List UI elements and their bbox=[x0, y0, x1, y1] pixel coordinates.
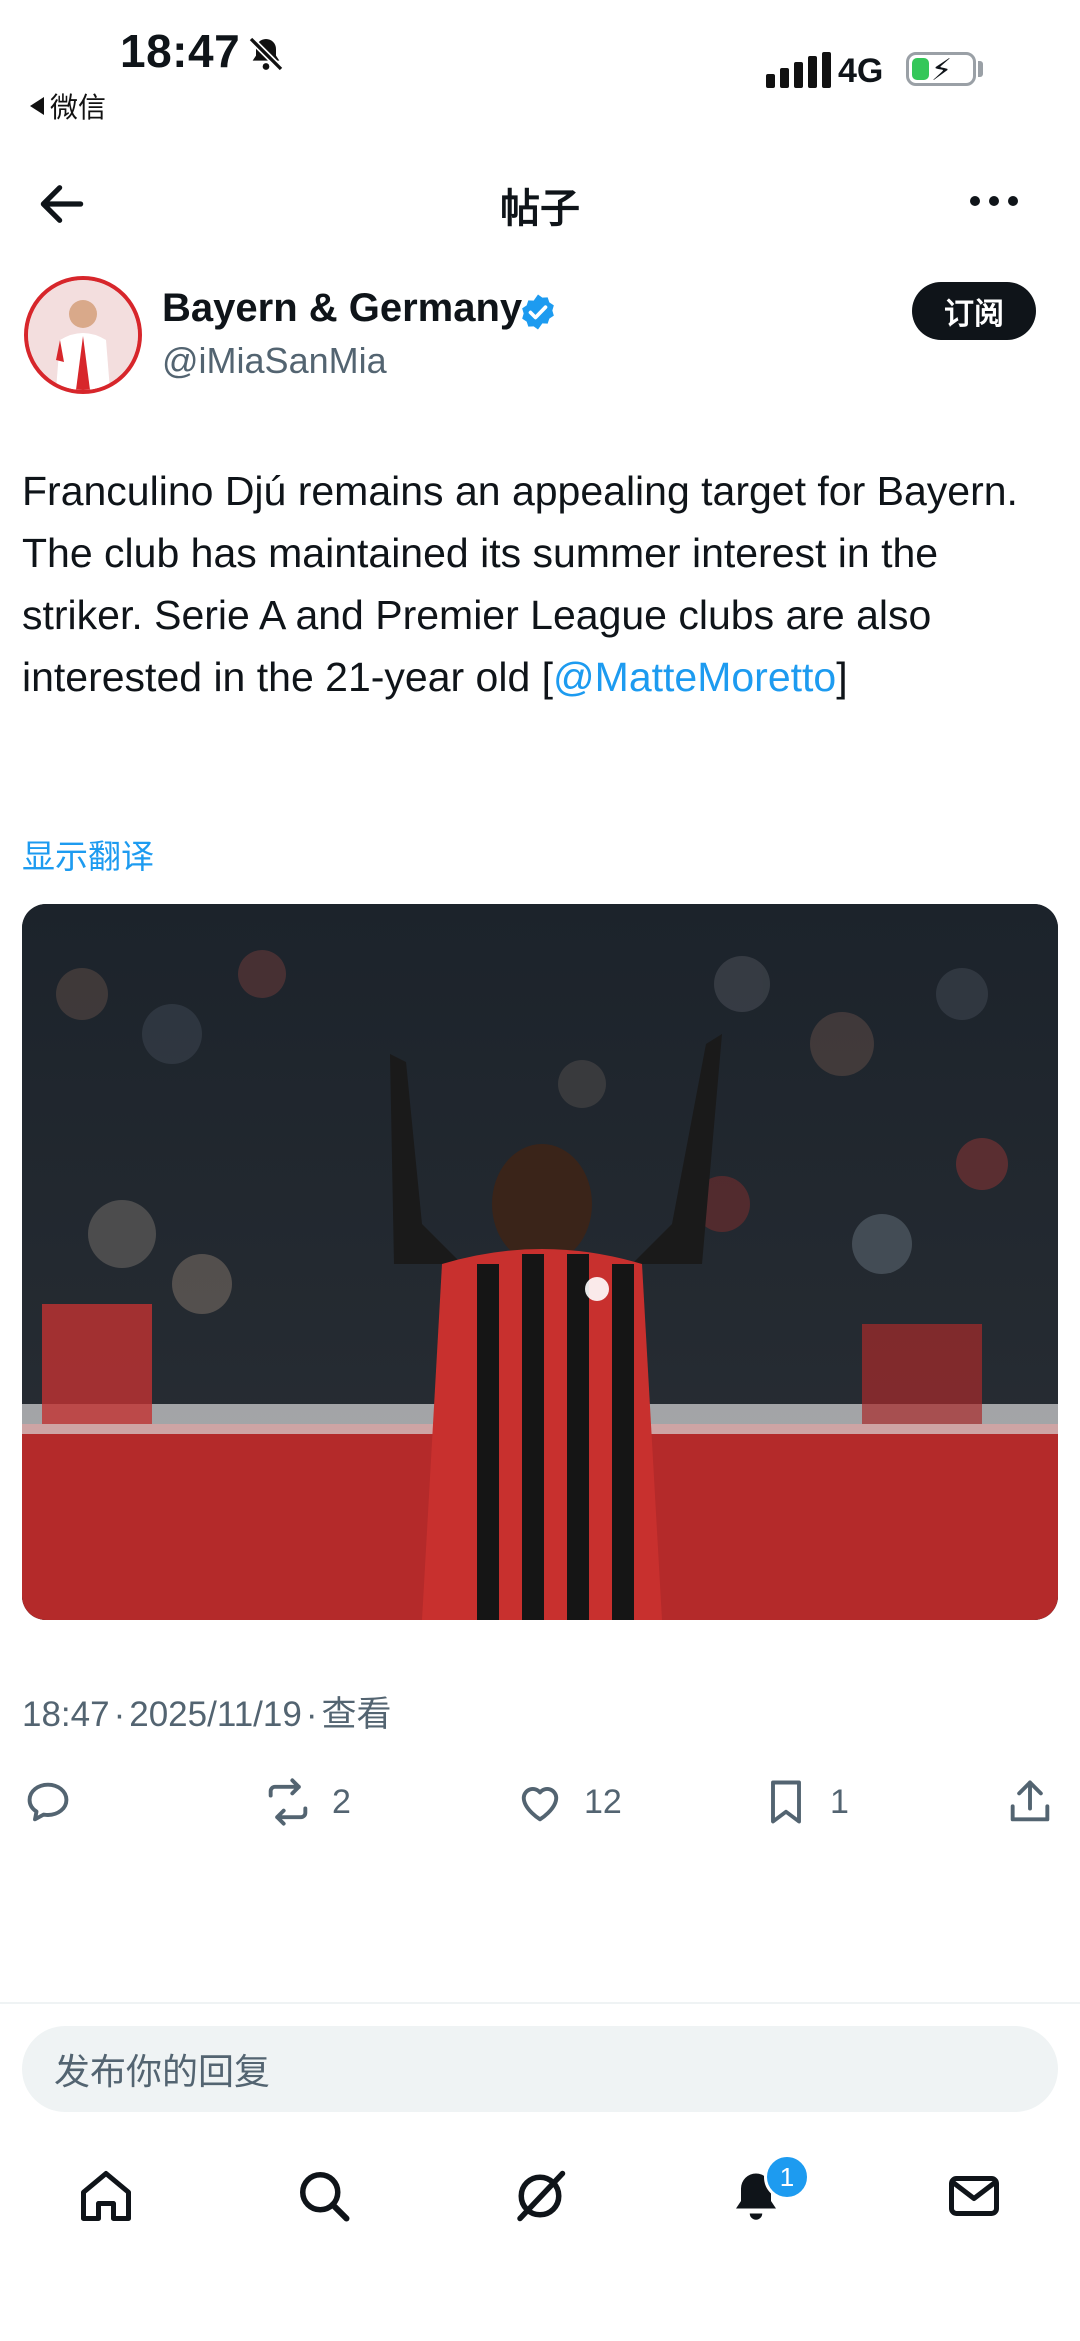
post-text: Franculino Djú remains an appealing targ… bbox=[22, 460, 1062, 708]
back-app-label: 微信 bbox=[50, 91, 107, 124]
post-date: 2025/11/19 bbox=[129, 1695, 302, 1734]
notification-badge: 1 bbox=[764, 2154, 810, 2200]
battery-tip bbox=[978, 61, 983, 77]
bookmark-count: 1 bbox=[830, 1782, 849, 1821]
post-meta: 18:47 · 2025/11/19 · 查看 bbox=[22, 1695, 392, 1735]
share-button[interactable] bbox=[1004, 1774, 1056, 1830]
avatar-image bbox=[28, 280, 138, 390]
status-time: 18:47 bbox=[120, 25, 241, 77]
reply-button[interactable] bbox=[22, 1774, 92, 1830]
author-name[interactable]: Bayern & Germany bbox=[162, 286, 522, 331]
back-triangle-icon bbox=[30, 97, 44, 115]
charging-icon: ⚡ bbox=[931, 54, 953, 87]
post-text-body: Franculino Djú remains an appealing targ… bbox=[22, 468, 1018, 700]
post-text-end: ] bbox=[836, 654, 848, 700]
reply-input[interactable]: 发布你的回复 bbox=[22, 2026, 1058, 2112]
reply-icon bbox=[27, 1782, 69, 1822]
share-icon bbox=[1010, 1780, 1050, 1822]
signal-icon bbox=[766, 52, 831, 88]
battery-icon: ⚡ bbox=[906, 52, 976, 87]
show-translation-link[interactable]: 显示翻译 bbox=[22, 830, 154, 878]
photo-of-footballer-image bbox=[22, 904, 1058, 1620]
repost-count: 2 bbox=[332, 1782, 351, 1821]
network-type: 4G bbox=[838, 52, 884, 90]
silent-bell-icon bbox=[248, 36, 284, 72]
post-time: 18:47 bbox=[22, 1695, 110, 1734]
page-title: 帖子 bbox=[500, 186, 580, 232]
post-image[interactable] bbox=[22, 904, 1058, 1620]
messages-icon[interactable] bbox=[944, 2166, 1004, 2226]
mention-link[interactable]: @MatteMoretto bbox=[553, 654, 836, 700]
verified-badge-icon bbox=[522, 294, 554, 330]
more-options-icon[interactable] bbox=[970, 196, 1018, 206]
repost-icon bbox=[268, 1778, 308, 1826]
like-count: 12 bbox=[584, 1782, 622, 1821]
subscribe-button[interactable]: 订阅 bbox=[912, 282, 1036, 340]
back-arrow-icon[interactable] bbox=[34, 176, 90, 232]
bookmark-button[interactable]: 1 bbox=[760, 1774, 849, 1830]
divider bbox=[0, 2002, 1080, 2004]
search-icon[interactable] bbox=[294, 2166, 354, 2226]
author-handle[interactable]: @iMiaSanMia bbox=[162, 340, 387, 382]
bookmark-icon bbox=[771, 1780, 801, 1824]
like-button[interactable]: 12 bbox=[514, 1774, 622, 1830]
home-icon[interactable] bbox=[76, 2166, 136, 2226]
heart-icon bbox=[521, 1787, 559, 1822]
repost-button[interactable]: 2 bbox=[262, 1774, 351, 1830]
grok-icon[interactable] bbox=[510, 2166, 570, 2226]
back-to-app-link[interactable]: 微信 bbox=[30, 86, 106, 126]
views-link[interactable]: 查看 bbox=[321, 1695, 391, 1735]
avatar[interactable] bbox=[24, 276, 142, 394]
